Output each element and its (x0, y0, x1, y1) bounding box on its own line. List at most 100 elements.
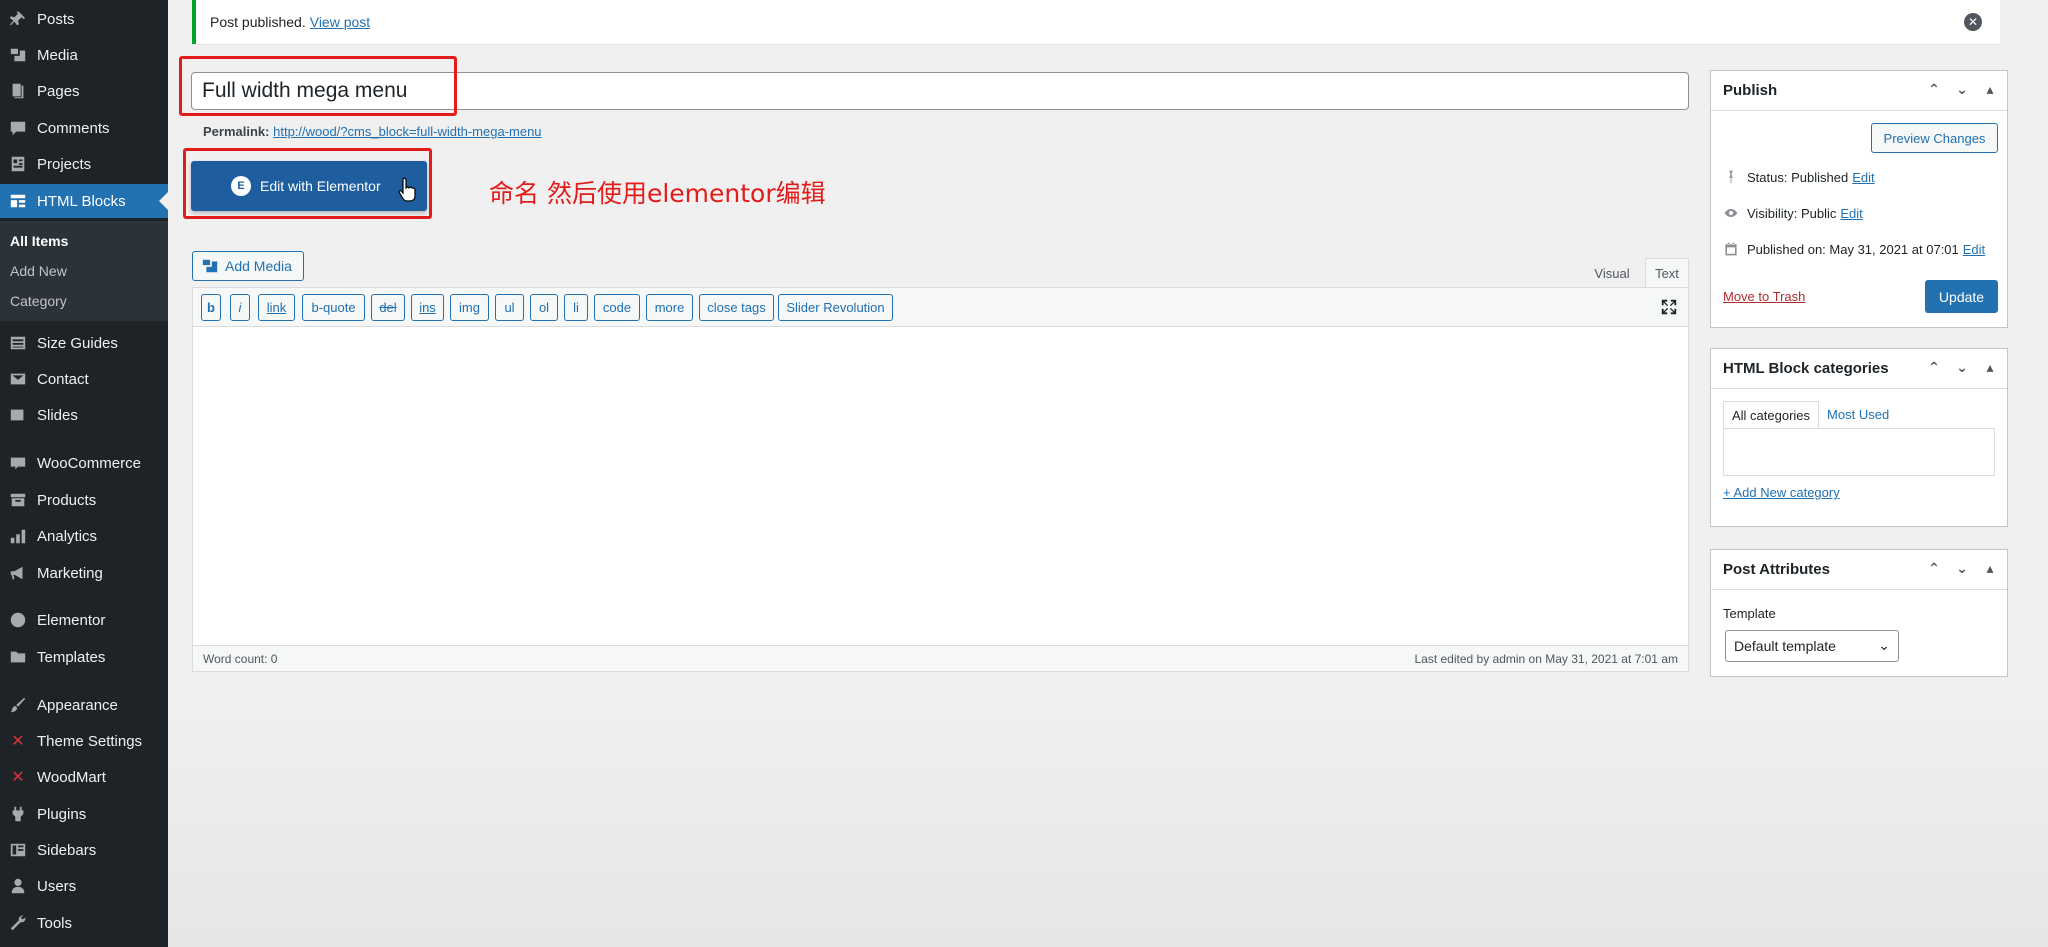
dismiss-icon[interactable]: ✕ (1964, 13, 1982, 31)
qt-ul-button[interactable]: ul (495, 294, 524, 321)
menu-plugins[interactable]: Plugins (0, 797, 168, 831)
chevron-down-icon[interactable]: ⌄ (1955, 359, 1969, 376)
qt-bquote-button[interactable]: b-quote (302, 294, 365, 321)
menu-label: Comments (37, 119, 110, 137)
menu-label: Analytics (37, 527, 98, 545)
fullscreen-icon[interactable] (1660, 298, 1678, 316)
menu-tools[interactable]: Tools (0, 906, 168, 940)
menu-woocommerce[interactable]: WooCommerce (0, 446, 168, 480)
menu-appearance[interactable]: Appearance (0, 688, 168, 722)
post-attributes-title: Post Attributes (1723, 561, 1830, 578)
menu-comments[interactable]: Comments (0, 111, 168, 145)
chevron-down-icon[interactable]: ⌄ (1955, 81, 1969, 98)
menu-analytics[interactable]: Analytics (0, 519, 168, 553)
status-label: Status: Published (1747, 169, 1849, 185)
tab-all-categories[interactable]: All categories (1723, 401, 1820, 429)
pages-icon (8, 81, 28, 101)
update-button[interactable]: Update (1925, 280, 1998, 313)
menu-marketing[interactable]: Marketing (0, 556, 168, 590)
add-new-category-link[interactable]: + Add New category (1723, 485, 1840, 500)
plugin-icon (8, 804, 28, 824)
qt-img-button[interactable]: img (450, 294, 489, 321)
status-edit-link[interactable]: Edit (1852, 170, 1874, 185)
submenu-add-new[interactable]: Add New (10, 263, 67, 279)
menu-projects[interactable]: Projects (0, 147, 168, 181)
menu-templates[interactable]: Templates (0, 640, 168, 674)
categories-panel-header[interactable]: HTML Block categories ⌃ ⌄ ▴ (1711, 349, 2007, 389)
folder-icon (8, 647, 28, 667)
media-icon (202, 259, 218, 273)
collapse-icon[interactable]: ▴ (1983, 81, 1997, 98)
elementor-icon (8, 610, 28, 630)
qt-ol-button[interactable]: ol (530, 294, 558, 321)
collapse-icon[interactable]: ▴ (1983, 359, 1997, 376)
chevron-up-icon[interactable]: ⌃ (1927, 81, 1941, 98)
qt-bold-button[interactable]: b (201, 294, 221, 321)
menu-label: Contact (37, 370, 89, 388)
preview-changes-button[interactable]: Preview Changes (1871, 123, 1998, 153)
move-to-trash-link[interactable]: Move to Trash (1723, 289, 1805, 304)
add-media-button[interactable]: Add Media (192, 251, 304, 281)
table-icon (8, 333, 28, 353)
menu-theme-settings[interactable]: ✕ Theme Settings (0, 724, 168, 758)
chart-icon (8, 526, 28, 546)
background-fade (168, 690, 2048, 947)
submenu-all-items[interactable]: All Items (10, 233, 68, 249)
qt-slider-revolution-button[interactable]: Slider Revolution (778, 294, 893, 321)
menu-label: WooCommerce (37, 454, 141, 472)
chevron-down-icon[interactable]: ⌄ (1955, 560, 1969, 577)
publish-panel: Publish ⌃ ⌄ ▴ Preview Changes Status: Pu… (1710, 70, 2008, 328)
qt-link-button[interactable]: link (258, 294, 295, 321)
quicktags-toolbar: b i link b-quote del ins img ul ol li co… (193, 288, 1688, 327)
menu-woodmart[interactable]: ✕ WoodMart (0, 760, 168, 794)
menu-products[interactable]: Products (0, 483, 168, 517)
notice-text: Post published. (210, 14, 306, 30)
menu-label: Plugins (37, 805, 87, 823)
publish-panel-header[interactable]: Publish ⌃ ⌄ ▴ (1711, 71, 2007, 111)
brush-icon (8, 695, 28, 715)
qt-code-button[interactable]: code (594, 294, 640, 321)
menu-sidebars[interactable]: Sidebars (0, 833, 168, 867)
qt-more-button[interactable]: more (646, 294, 693, 321)
menu-html-blocks[interactable]: HTML Blocks (0, 184, 168, 218)
template-select[interactable]: Default template ⌄ (1725, 630, 1899, 662)
qt-del-button[interactable]: del (371, 294, 405, 321)
menu-elementor[interactable]: Elementor (0, 603, 168, 637)
menu-label: WoodMart (37, 768, 106, 786)
view-post-link[interactable]: View post (310, 14, 370, 30)
category-checklist[interactable] (1723, 428, 1995, 476)
tab-text[interactable]: Text (1645, 258, 1689, 288)
published-on-label: Published on: May 31, 2021 at 07:01 (1747, 241, 1959, 257)
editor-status-bar: Word count: 0 Last edited by admin on Ma… (193, 645, 1688, 671)
panel-controls: ⌃ ⌄ ▴ (1927, 359, 1997, 376)
chevron-up-icon[interactable]: ⌃ (1927, 359, 1941, 376)
menu-label: Size Guides (37, 334, 118, 352)
qt-ins-button[interactable]: ins (411, 294, 444, 321)
tab-visual[interactable]: Visual (1582, 258, 1642, 288)
megaphone-icon (8, 563, 28, 583)
chevron-up-icon[interactable]: ⌃ (1927, 560, 1941, 577)
qt-close-tags-button[interactable]: close tags (699, 294, 774, 321)
published-on-edit-link[interactable]: Edit (1963, 242, 1985, 257)
collapse-icon[interactable]: ▴ (1983, 560, 1997, 577)
permalink-url[interactable]: http://wood/?cms_block=full-width-mega-m… (273, 124, 541, 139)
editor-area[interactable]: b i link b-quote del ins img ul ol li co… (192, 287, 1689, 672)
menu-label: Appearance (37, 696, 118, 714)
tab-most-used[interactable]: Most Used (1819, 401, 1897, 429)
menu-users[interactable]: Users (0, 869, 168, 903)
menu-media[interactable]: Media (0, 38, 168, 72)
qt-li-button[interactable]: li (564, 294, 588, 321)
menu-size-guides[interactable]: Size Guides (0, 326, 168, 360)
slides-icon (8, 405, 28, 425)
permalink-label: Permalink: (203, 124, 270, 139)
menu-contact[interactable]: Contact (0, 362, 168, 396)
comment-icon (8, 118, 28, 138)
menu-pages[interactable]: Pages (0, 74, 168, 108)
menu-label: Users (37, 877, 77, 895)
visibility-edit-link[interactable]: Edit (1840, 206, 1862, 221)
post-attributes-panel-header[interactable]: Post Attributes ⌃ ⌄ ▴ (1711, 550, 2007, 590)
menu-posts[interactable]: Posts (0, 2, 168, 36)
qt-italic-button[interactable]: i (230, 294, 250, 321)
submenu-category[interactable]: Category (10, 293, 67, 309)
menu-slides[interactable]: Slides (0, 398, 168, 432)
